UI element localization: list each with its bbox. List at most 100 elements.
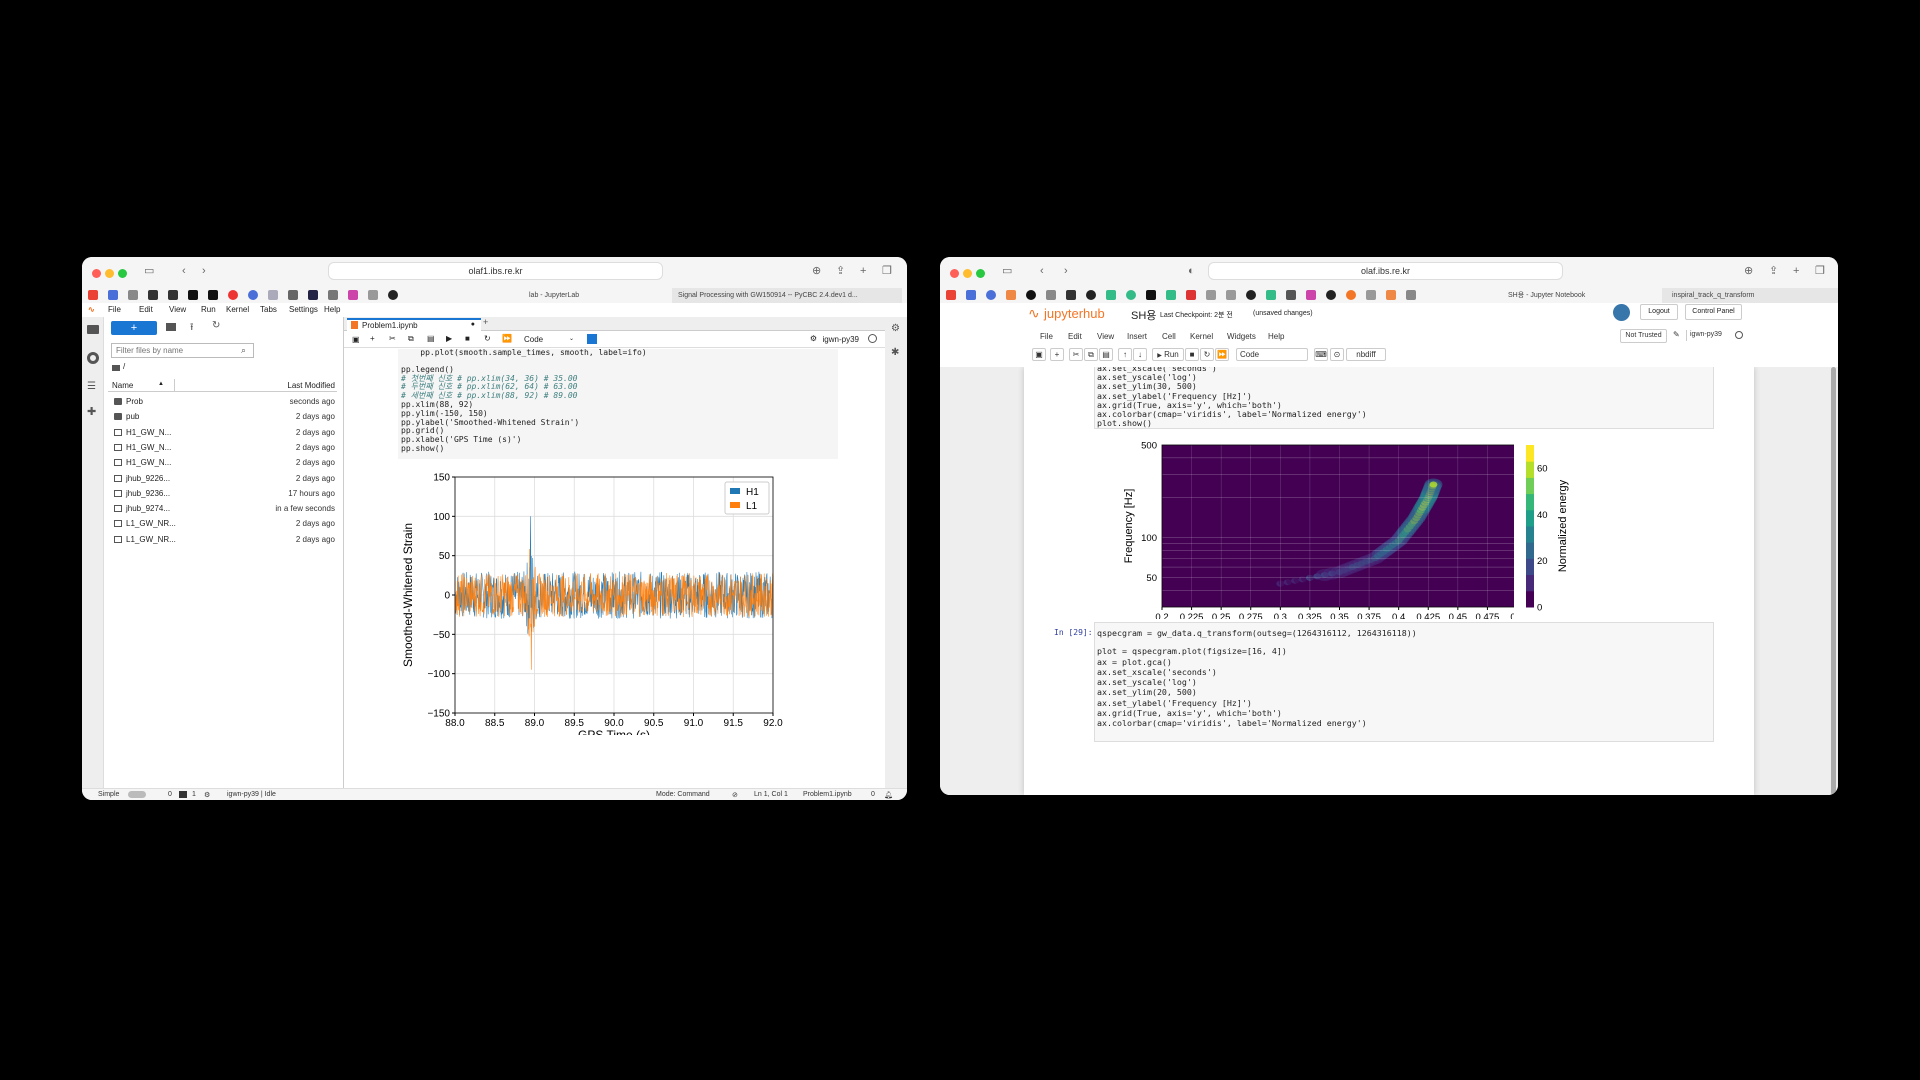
file-row[interactable]: H1_GW_N... 2 days ago (108, 425, 337, 440)
shield-icon[interactable]: ◐ (1188, 266, 1195, 277)
move-down-button[interactable]: ↓ (1133, 348, 1147, 361)
bookmark-icon[interactable] (986, 290, 996, 300)
cut-icon[interactable]: ✂ (389, 334, 396, 343)
history-button[interactable]: ⊙ (1330, 348, 1344, 361)
bookmark-icon[interactable] (1126, 290, 1136, 300)
running-icon[interactable] (87, 352, 99, 364)
new-tab-icon[interactable]: + (860, 266, 866, 277)
bookmark-icon[interactable] (1206, 290, 1216, 300)
paste-icon[interactable]: ▤ (427, 334, 435, 343)
insert-cell-button[interactable]: + (1050, 348, 1064, 361)
bookmark-icon[interactable] (1146, 290, 1156, 300)
gmail-icon[interactable] (88, 290, 98, 300)
bookmark-icon[interactable] (208, 290, 218, 300)
tab-signal-processing[interactable]: Signal Processing with GW150914 -- PyCBC… (672, 288, 902, 303)
folder-icon[interactable] (87, 325, 99, 334)
bookmark-icon[interactable] (128, 290, 138, 300)
edit-icon[interactable]: ✎ (1673, 330, 1680, 339)
bookmark-icon[interactable] (966, 290, 976, 300)
menu-file[interactable]: File (1040, 332, 1053, 341)
restart-run-all-button[interactable]: ⏩ (1215, 348, 1229, 361)
code-cell[interactable]: ax.set_xscale('seconds') ax.set_yscale('l… (1094, 367, 1714, 429)
bookmark-icon[interactable] (268, 290, 278, 300)
menu-tabs[interactable]: Tabs (260, 305, 277, 314)
name-column-header[interactable]: Name (112, 381, 133, 390)
bookmark-icon[interactable] (368, 290, 378, 300)
bookmark-icon[interactable] (1166, 290, 1176, 300)
nbdiff-button[interactable]: nbdiff (1346, 348, 1386, 361)
notebook-title[interactable]: SH용 (1131, 307, 1156, 323)
upload-icon[interactable]: ⭱ (190, 320, 194, 337)
file-row[interactable]: jhub_9226... 2 days ago (108, 471, 337, 486)
code-editor[interactable]: qspecgram = gw_data.q_transform(outseg=(… (1097, 628, 1417, 729)
menu-help[interactable]: Help (324, 305, 340, 314)
bookmark-icon[interactable] (248, 290, 258, 300)
save-button[interactable]: ▣ (1032, 348, 1046, 361)
property-inspector-icon[interactable]: ⚙ (891, 323, 900, 334)
menu-edit[interactable]: Edit (1068, 332, 1082, 341)
add-tab-icon[interactable]: + (483, 317, 488, 327)
file-row[interactable]: H1_GW_N... 2 days ago (108, 440, 337, 455)
bookmark-icon[interactable] (168, 290, 178, 300)
sidebar-toggle-icon[interactable]: ▭ (144, 266, 154, 277)
breadcrumb[interactable]: / (123, 362, 125, 371)
bookmark-icon[interactable] (1006, 290, 1016, 300)
bookmark-icon[interactable] (288, 290, 298, 300)
menu-view[interactable]: View (1097, 332, 1114, 341)
new-launcher-button[interactable]: + (111, 321, 157, 335)
maximize-window-button[interactable] (118, 269, 127, 278)
menu-cell[interactable]: Cell (1162, 332, 1176, 341)
tab-overview-icon[interactable]: ❐ (882, 266, 892, 277)
bookmark-icon[interactable] (228, 290, 238, 300)
share-icon[interactable]: ⇪ (836, 266, 845, 277)
bookmark-icon[interactable] (1306, 290, 1316, 300)
gmail-icon[interactable] (946, 290, 956, 300)
insert-cell-icon[interactable]: + (370, 334, 375, 343)
bookmark-icon[interactable] (1026, 290, 1036, 300)
github-icon[interactable] (1326, 290, 1336, 300)
menu-settings[interactable]: Settings (289, 305, 318, 314)
bookmark-icon[interactable] (1266, 290, 1276, 300)
cell-type-select[interactable]: Code (524, 335, 543, 344)
bookmark-icon[interactable] (188, 290, 198, 300)
code-editor[interactable]: pp.plot(smooth.sample_times, smooth, lab… (401, 348, 647, 454)
address-bar[interactable]: olaf.ibs.re.kr (1208, 262, 1563, 280)
bookmark-icon[interactable] (1386, 290, 1396, 300)
bookmark-icon[interactable] (1286, 290, 1296, 300)
filter-input[interactable] (111, 343, 254, 358)
notification-count[interactable]: 0 (871, 791, 875, 798)
github-icon[interactable] (1246, 290, 1256, 300)
new-tab-icon[interactable]: + (1793, 266, 1799, 277)
file-row[interactable]: Prob seconds ago (108, 394, 337, 409)
save-icon[interactable]: ▣ (352, 335, 360, 344)
refresh-icon[interactable]: ↻ (212, 320, 220, 331)
bookmark-icon[interactable] (1106, 290, 1116, 300)
settings-icon[interactable]: ⚙ (204, 791, 210, 799)
bookmark-icon[interactable] (1066, 290, 1076, 300)
scrollbar[interactable] (1831, 367, 1836, 795)
modified-column-header[interactable]: Last Modified (287, 381, 335, 390)
stop-icon[interactable]: ■ (465, 334, 470, 343)
back-icon[interactable]: ‹ (182, 266, 186, 277)
unsaved-dot-icon[interactable]: ● (471, 321, 475, 328)
terminal-count[interactable]: 0 (168, 791, 172, 798)
run-icon[interactable]: ▶ (446, 334, 452, 343)
cell-type-select[interactable]: Code (1236, 348, 1308, 361)
keyboard-button[interactable]: ⌨ (1314, 348, 1328, 361)
restart-icon[interactable]: ↻ (484, 334, 491, 343)
address-bar[interactable]: olaf1.ibs.re.kr (328, 262, 663, 280)
menu-widgets[interactable]: Widgets (1227, 332, 1256, 341)
tab-inspiral-track[interactable]: inspiral_track_q_transform (1662, 288, 1838, 303)
menu-help[interactable]: Help (1268, 332, 1284, 341)
code-editor[interactable]: ax.set_xscale('seconds') ax.set_yscale('l… (1097, 367, 1367, 428)
copy-icon[interactable]: ⧉ (408, 334, 414, 344)
file-row[interactable]: jhub_9236... 17 hours ago (108, 486, 337, 501)
logout-button[interactable]: Logout (1640, 304, 1678, 320)
file-row[interactable]: L1_GW_NR... 2 days ago (108, 516, 337, 531)
bookmark-icon[interactable] (148, 290, 158, 300)
menu-run[interactable]: Run (201, 305, 216, 314)
close-window-button[interactable] (92, 269, 101, 278)
menu-edit[interactable]: Edit (139, 305, 153, 314)
share-icon[interactable]: ⇪ (1769, 266, 1778, 277)
extension-icon[interactable]: ✚ (87, 405, 96, 418)
